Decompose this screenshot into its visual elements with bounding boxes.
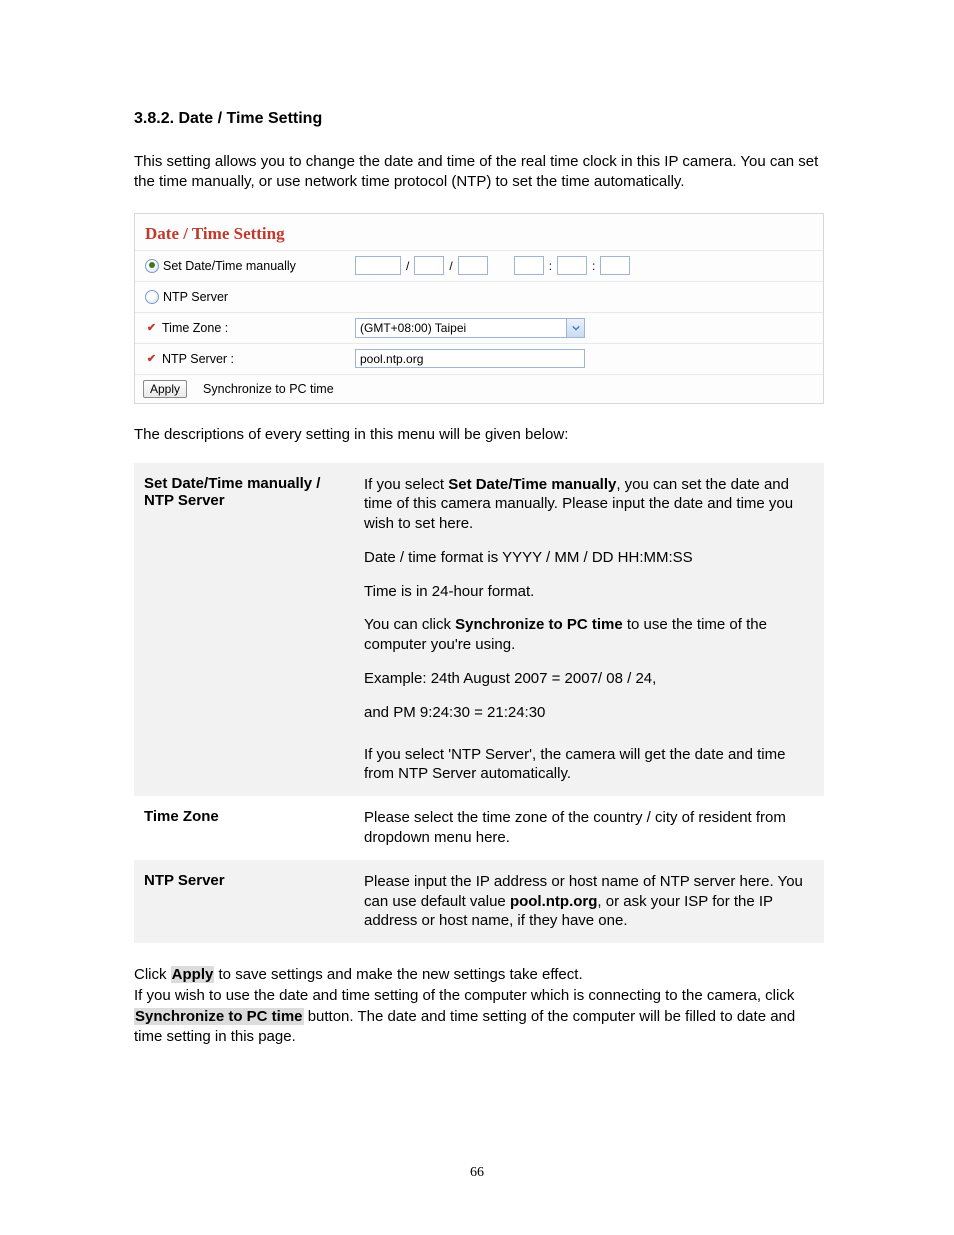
check-icon: ✔ — [145, 352, 158, 365]
sep-colon: : — [589, 259, 598, 273]
row-set-manual: Set Date/Time manually / / : : — [135, 250, 823, 281]
table-row: NTP Server Please input the IP address o… — [134, 860, 824, 943]
check-icon: ✔ — [145, 321, 158, 334]
table-row: Set Date/Time manually / NTP Server If y… — [134, 463, 824, 797]
apply-highlight: Apply — [171, 966, 215, 983]
sep-slash: / — [446, 259, 455, 273]
page-number: 66 — [0, 1165, 954, 1181]
input-month[interactable] — [414, 256, 444, 275]
sep-colon: : — [546, 259, 555, 273]
radio-ntp-label: NTP Server — [163, 290, 228, 304]
ntp-server-input[interactable] — [355, 349, 585, 368]
settings-table: Set Date/Time manually / NTP Server If y… — [134, 463, 824, 944]
section-heading: 3.8.2. Date / Time Setting — [134, 110, 824, 128]
timezone-value: (GMT+08:00) Taipei — [360, 321, 466, 335]
radio-ntp[interactable] — [145, 290, 159, 304]
desc-intro: The descriptions of every setting in thi… — [134, 426, 824, 443]
intro-text: This setting allows you to change the da… — [134, 152, 824, 193]
cell-desc: Please input the IP address or host name… — [354, 860, 824, 943]
sync-highlight: Synchronize to PC time — [134, 1008, 304, 1025]
row-ntp-server: ✔ NTP Server : — [135, 343, 823, 374]
input-sec[interactable] — [600, 256, 630, 275]
input-min[interactable] — [557, 256, 587, 275]
row-ntp-radio: NTP Server — [135, 281, 823, 312]
input-day[interactable] — [458, 256, 488, 275]
closing-text: Click Apply to save settings and make th… — [134, 965, 824, 1048]
row-timezone: ✔ Time Zone : (GMT+08:00) Taipei — [135, 312, 823, 343]
input-hour[interactable] — [514, 256, 544, 275]
chevron-down-icon — [566, 319, 584, 337]
panel-title: Date / Time Setting — [135, 214, 823, 250]
cell-label: Set Date/Time manually / NTP Server — [134, 463, 354, 797]
sync-pc-time-button[interactable]: Synchronize to PC time — [203, 382, 334, 396]
cell-label: NTP Server — [134, 860, 354, 943]
cell-label: Time Zone — [134, 796, 354, 860]
settings-panel: Date / Time Setting Set Date/Time manual… — [134, 213, 824, 404]
radio-set-manual-label: Set Date/Time manually — [163, 259, 296, 273]
sep-slash: / — [403, 259, 412, 273]
ntp-server-label: NTP Server : — [162, 352, 234, 366]
radio-set-manual[interactable] — [145, 259, 159, 273]
table-row: Time Zone Please select the time zone of… — [134, 796, 824, 860]
apply-button[interactable]: Apply — [143, 380, 187, 398]
cell-desc: If you select Set Date/Time manually, yo… — [354, 463, 824, 797]
timezone-select[interactable]: (GMT+08:00) Taipei — [355, 318, 585, 338]
timezone-label: Time Zone : — [162, 321, 228, 335]
input-year[interactable] — [355, 256, 401, 275]
cell-desc: Please select the time zone of the count… — [354, 796, 824, 860]
